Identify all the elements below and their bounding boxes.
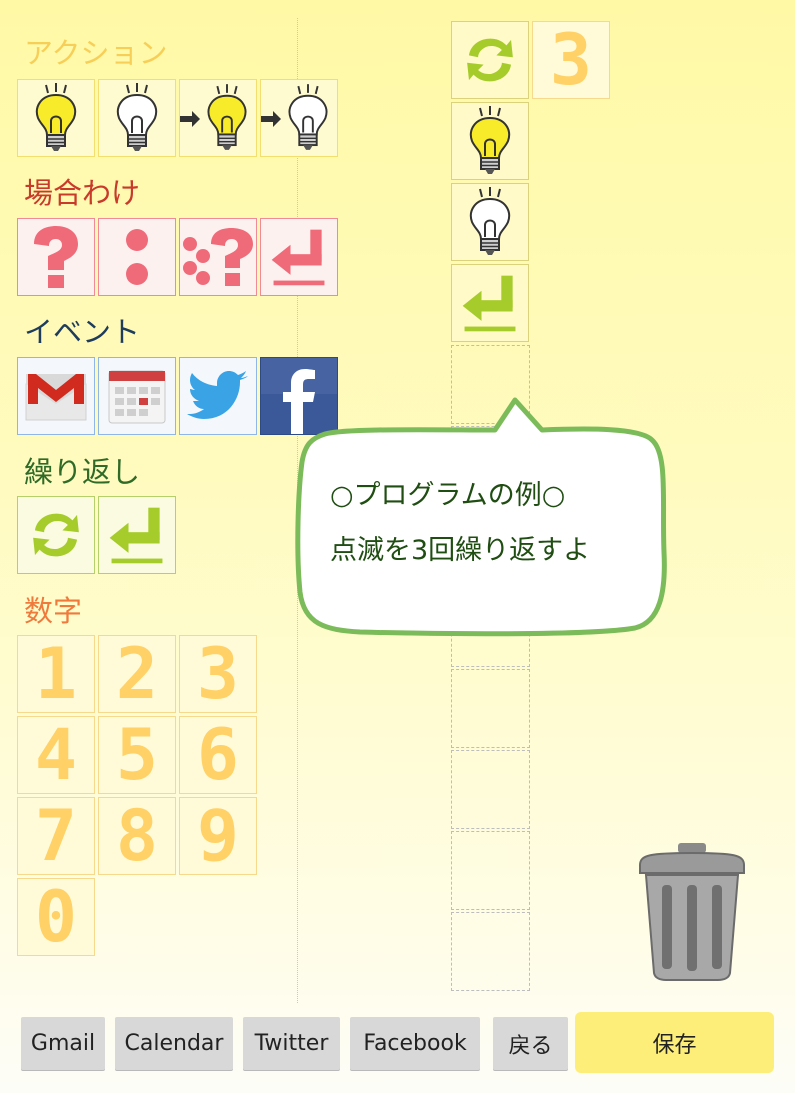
tooltip-line-2: 点滅を3回繰り返すよ	[330, 535, 591, 566]
program-empty-slot[interactable]	[451, 912, 530, 991]
return-arrow-icon	[266, 224, 332, 290]
gmail-icon	[25, 374, 87, 421]
number-heading: 数字	[24, 594, 83, 628]
return-arrow-icon	[457, 270, 523, 336]
gmail-button[interactable]: Gmail	[21, 1017, 105, 1070]
program-loop-end[interactable]	[451, 264, 529, 342]
program-loop-count[interactable]: 3	[532, 21, 610, 99]
action-bulb-on[interactable]	[17, 79, 95, 157]
facebook-button[interactable]: Facebook	[350, 1017, 480, 1070]
number-8[interactable]: 8	[98, 797, 176, 875]
digit: 1	[34, 635, 78, 713]
condition-else-if[interactable]	[179, 218, 257, 296]
number-0[interactable]: 0	[17, 878, 95, 956]
calendar-button[interactable]: Calendar	[115, 1017, 233, 1070]
digit: 3	[196, 635, 240, 713]
action-turn-off[interactable]	[260, 79, 338, 157]
action-turn-on[interactable]	[179, 79, 257, 157]
arrow-bulb-off-icon	[261, 83, 328, 151]
twitter-icon	[187, 371, 248, 419]
digit: 4	[34, 716, 78, 794]
return-arrow-icon	[104, 502, 170, 568]
condition-heading: 場合わけ	[24, 176, 141, 210]
bulb-off-icon	[460, 187, 520, 257]
colon-question-icon	[183, 228, 253, 286]
number-1[interactable]: 1	[17, 635, 95, 713]
bulb-on-icon	[26, 83, 86, 153]
number-9[interactable]: 9	[179, 797, 257, 875]
action-bulb-off[interactable]	[98, 79, 176, 157]
number-7[interactable]: 7	[17, 797, 95, 875]
digit: 0	[34, 878, 78, 956]
twitter-button[interactable]: Twitter	[243, 1017, 340, 1070]
loop-icon	[458, 28, 522, 92]
bulb-off-icon	[107, 83, 167, 153]
event-calendar[interactable]	[98, 357, 176, 435]
condition-if[interactable]	[17, 218, 95, 296]
arrow-bulb-on-icon	[180, 83, 247, 151]
program-empty-slot[interactable]	[451, 669, 530, 748]
question-icon	[34, 226, 78, 288]
digit: 7	[34, 797, 78, 875]
digit: 8	[115, 797, 159, 875]
calendar-icon	[108, 370, 166, 424]
loop-heading: 繰り返し	[24, 455, 141, 489]
program-bulb-off[interactable]	[451, 183, 529, 261]
tooltip-line-1: ○プログラムの例○	[330, 480, 566, 511]
digit: 5	[115, 716, 159, 794]
digit: 2	[115, 635, 159, 713]
action-heading: アクション	[24, 36, 168, 70]
condition-colon[interactable]	[98, 218, 176, 296]
number-4[interactable]: 4	[17, 716, 95, 794]
trash-can-icon[interactable]	[636, 843, 748, 981]
program-empty-slot[interactable]	[451, 831, 530, 910]
number-6[interactable]: 6	[179, 716, 257, 794]
event-twitter[interactable]	[179, 357, 257, 435]
number-2[interactable]: 2	[98, 635, 176, 713]
bulb-on-icon	[460, 106, 520, 176]
program-bulb-on[interactable]	[451, 102, 529, 180]
event-heading: イベント	[24, 315, 141, 349]
number-3[interactable]: 3	[179, 635, 257, 713]
program-empty-slot[interactable]	[451, 750, 530, 829]
digit: 6	[196, 716, 240, 794]
save-button[interactable]: 保存	[575, 1012, 774, 1073]
event-gmail[interactable]	[17, 357, 95, 435]
loop-count: 3	[549, 21, 593, 99]
loop-start[interactable]	[17, 496, 95, 574]
colon-icon	[126, 229, 148, 285]
number-5[interactable]: 5	[98, 716, 176, 794]
back-button[interactable]: 戻る	[493, 1017, 568, 1070]
loop-icon	[24, 503, 88, 567]
program-loop-start[interactable]	[451, 21, 529, 99]
condition-end[interactable]	[260, 218, 338, 296]
speech-bubble	[295, 397, 667, 637]
digit: 9	[196, 797, 240, 875]
loop-end[interactable]	[98, 496, 176, 574]
